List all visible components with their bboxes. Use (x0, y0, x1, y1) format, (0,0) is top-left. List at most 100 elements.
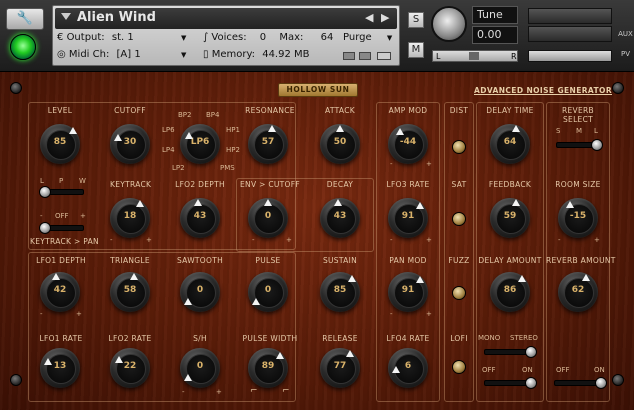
view-icon-2[interactable] (359, 52, 371, 60)
filter-type-knob[interactable]: LP6 (180, 124, 220, 164)
view-icon-3[interactable] (377, 52, 391, 60)
feedback-knob[interactable]: 59 (490, 198, 530, 238)
solo-button[interactable]: S (408, 12, 424, 28)
tune-knob[interactable] (431, 6, 467, 42)
output-row[interactable]: € Output: st. 1 (57, 32, 134, 43)
pulse-label: PULSE (255, 256, 281, 265)
pulse-width-knob[interactable]: 89 (248, 348, 288, 388)
release-label: RELEASE (322, 334, 358, 343)
prev-arrow-icon[interactable]: ◀ (365, 11, 373, 24)
voices-label: Voices: (211, 32, 247, 43)
lfo2-depth-knob[interactable]: 43 (180, 198, 220, 238)
dist-switch[interactable] (452, 140, 466, 154)
amp-mod-label: AMP MOD (388, 106, 428, 115)
keytrack-pan-label: KEYTRACK > PAN (30, 237, 99, 246)
level-label: LEVEL (47, 106, 73, 115)
fuzz-switch[interactable] (452, 286, 466, 300)
output-value[interactable]: st. 1 (112, 32, 134, 43)
midi-row[interactable]: ◎ Midi Ch: [A] 1 (57, 49, 141, 60)
output-dropdown-icon[interactable]: ▼ (181, 34, 186, 42)
filter-lp2-label: LP2 (172, 164, 185, 172)
pan-mod-knob[interactable]: 91 (388, 272, 428, 312)
pan-slider[interactable]: L R (432, 50, 518, 62)
attack-knob[interactable]: 50 (320, 124, 360, 164)
aux-label[interactable]: AUX (617, 30, 634, 38)
sh-knob[interactable]: 0 (180, 348, 220, 388)
delay-amount-knob[interactable]: 86 (490, 272, 530, 312)
purge-label[interactable]: Purge (343, 32, 372, 43)
keytrack-pan-slider[interactable] (39, 222, 84, 234)
release-knob[interactable]: 77 (320, 348, 360, 388)
keytrack-plus: + (146, 236, 152, 244)
lofi-label: LOFI (450, 334, 468, 343)
reverb-s-label: S (556, 127, 561, 135)
sat-switch[interactable] (452, 212, 466, 226)
pan-r-label: R (511, 52, 517, 61)
delay-time-knob[interactable]: 64 (490, 124, 530, 164)
lfo3-rate-knob[interactable]: 91 (388, 198, 428, 238)
midi-dropdown-icon[interactable]: ▼ (181, 51, 186, 59)
tune-value[interactable]: 0.00 (472, 26, 518, 44)
reverb-amount-label: REVERB AMOUNT (546, 256, 616, 265)
menu-triangle-icon[interactable] (61, 13, 71, 20)
lfo3-rate-label: LFO3 RATE (386, 180, 430, 189)
instrument-title[interactable]: Alien Wind (77, 10, 156, 25)
tune-label: Tune (472, 6, 518, 24)
view-icon[interactable] (343, 52, 355, 60)
room-size-knob[interactable]: -15 (558, 198, 598, 238)
lpw-slider[interactable] (39, 186, 84, 198)
decay-knob[interactable]: 43 (320, 198, 360, 238)
purge-dropdown-icon[interactable]: ▼ (387, 34, 392, 42)
lfo1-rate-knob[interactable]: 13 (40, 348, 80, 388)
pan-mod-minus: - (390, 310, 393, 318)
delay-on-off-slider[interactable] (484, 377, 537, 389)
max-value[interactable]: 64 (321, 32, 334, 43)
lfo3-plus: + (426, 236, 432, 244)
lfo1-depth-minus: - (40, 310, 43, 318)
mono-stereo-slider[interactable] (484, 346, 537, 358)
lfo2-rate-knob[interactable]: 22 (110, 348, 150, 388)
wrench-icon[interactable]: 🔧 (6, 8, 44, 30)
keytrack-knob[interactable]: 18 (110, 198, 150, 238)
sh-label: S/H (193, 334, 207, 343)
pan-mod-label: PAN MOD (389, 256, 427, 265)
sawtooth-knob[interactable]: 0 (180, 272, 220, 312)
reverb-on-off-slider[interactable] (554, 377, 607, 389)
pan-center-icon[interactable] (469, 52, 479, 60)
pulse-knob[interactable]: 0 (248, 272, 288, 312)
env-cutoff-knob[interactable]: 0 (248, 198, 288, 238)
lofi-switch[interactable] (452, 360, 466, 374)
sustain-knob[interactable]: 85 (320, 272, 360, 312)
room-plus: + (594, 236, 600, 244)
keytrack-label: KEYTRACK (110, 180, 152, 189)
lfo1-depth-knob[interactable]: 42 (40, 272, 80, 312)
voices-row: ∫ Voices: 0 Max: 64 (203, 32, 333, 43)
level-knob[interactable]: 85 (40, 124, 80, 164)
purge-menu[interactable]: Purge ▼ (343, 32, 392, 43)
lfo2-depth-label: LFO2 DEPTH (175, 180, 225, 189)
fuzz-label: FUZZ (448, 256, 470, 265)
cutoff-knob[interactable]: 30 (110, 124, 150, 164)
volume-slider[interactable] (528, 50, 612, 62)
next-arrow-icon[interactable]: ▶ (381, 11, 389, 24)
mute-button[interactable]: M (408, 42, 424, 58)
pv-label[interactable]: PV (617, 50, 634, 58)
amp-mod-knob[interactable]: -44 (388, 124, 428, 164)
resonance-knob[interactable]: 57 (248, 124, 288, 164)
lfo1-rate-label: LFO1 RATE (39, 334, 83, 343)
reverb-l-label: L (594, 127, 598, 135)
sat-label: SAT (451, 180, 467, 189)
output-label: Output: (66, 32, 105, 43)
panel-subtitle: ADVANCED NOISE GENERATOR (474, 86, 612, 95)
reverb-select-slider[interactable] (556, 139, 603, 151)
cutoff-label: CUTOFF (114, 106, 146, 115)
power-icon[interactable] (10, 34, 36, 60)
delay-off-label: OFF (482, 366, 496, 374)
reverb-amount-knob[interactable]: 62 (558, 272, 598, 312)
filter-lp4-label: LP4 (162, 146, 175, 154)
triangle-knob[interactable]: 58 (110, 272, 150, 312)
lfo4-rate-knob[interactable]: 6 (388, 348, 428, 388)
midi-value[interactable]: [A] 1 (117, 49, 141, 60)
decay-label: DECAY (326, 180, 354, 189)
env-cutoff-label: ENV > CUTOFF (240, 180, 300, 189)
